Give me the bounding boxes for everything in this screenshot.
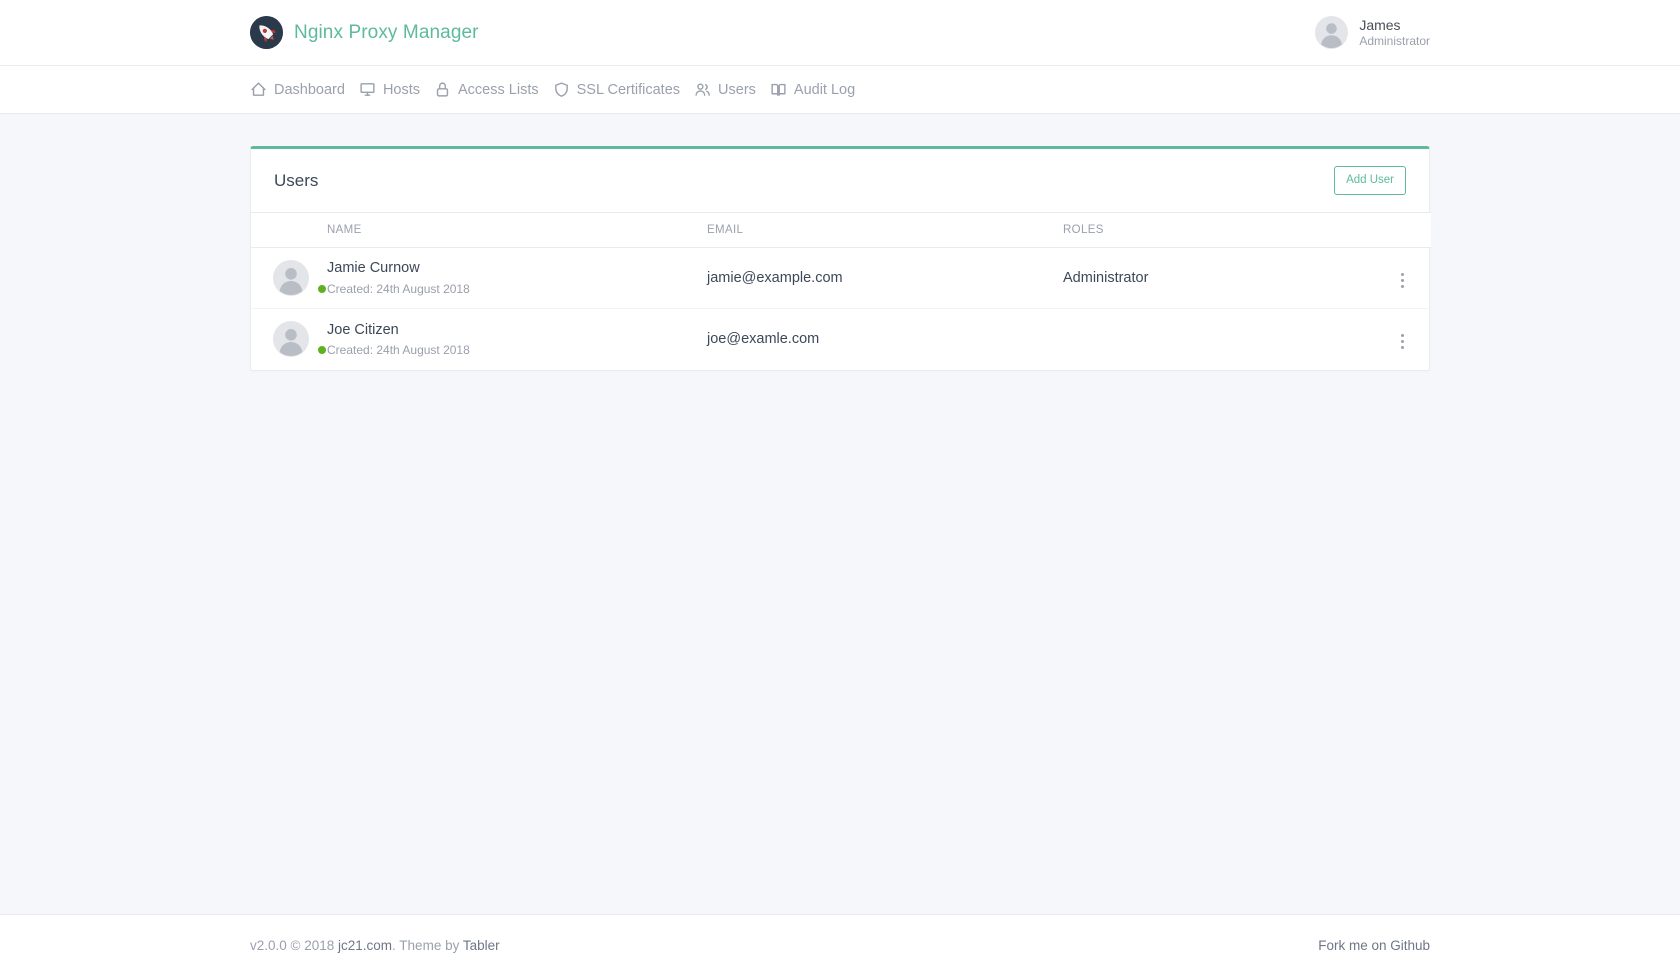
column-header-roles: ROLES <box>1063 212 1373 248</box>
brand-logo-link[interactable]: Nginx Proxy Manager <box>250 16 479 49</box>
footer-version: v2.0.0 © 2018 <box>250 938 339 953</box>
monitor-icon <box>359 81 376 98</box>
top-header-bar: Nginx Proxy Manager James Administrator <box>0 0 1680 66</box>
account-name: James <box>1359 16 1401 33</box>
nav-item-label: Dashboard <box>274 81 345 98</box>
avatar <box>1315 16 1349 49</box>
nav-item-label: SSL Certificates <box>576 81 681 98</box>
status-indicator-online <box>317 284 327 294</box>
rocket-icon <box>250 16 283 49</box>
cell-actions <box>1373 247 1431 309</box>
nav-item-dashboard[interactable]: Dashboard <box>250 66 359 113</box>
nav-item-hosts[interactable]: Hosts <box>359 66 434 113</box>
users-card: Users Add User NAME EMAIL ROLES Jamie Cu… <box>250 146 1431 371</box>
account-menu[interactable]: James Administrator <box>1315 16 1430 50</box>
footer-site-link[interactable]: jc21.com <box>338 938 392 953</box>
avatar <box>273 321 327 358</box>
card-options: Add User <box>1334 166 1406 195</box>
nav-item-label: Audit Log <box>793 81 856 98</box>
cell-email: jamie@example.com <box>707 247 1063 309</box>
table-head: NAME EMAIL ROLES <box>251 212 1431 248</box>
table-header-row: NAME EMAIL ROLES <box>251 212 1431 248</box>
cell-name: Jamie Curnow Created: 24th August 2018 <box>327 247 707 309</box>
avatar <box>273 260 327 296</box>
github-link[interactable]: Fork me on Github <box>1318 938 1430 953</box>
cell-roles: Administrator <box>1063 247 1373 309</box>
status-indicator-online <box>317 345 327 356</box>
nav-item-ssl-certificates[interactable]: SSL Certificates <box>553 66 694 113</box>
nav-item-label: Hosts <box>382 81 421 98</box>
users-icon <box>694 81 711 98</box>
main-content: Users Add User NAME EMAIL ROLES Jamie Cu… <box>0 114 1680 914</box>
page-title: Users <box>274 170 319 190</box>
nav-item-audit-log[interactable]: Audit Log <box>770 66 869 113</box>
account-role: Administrator <box>1359 33 1430 48</box>
app-root: Nginx Proxy Manager James Administrator <box>0 0 1680 976</box>
home-icon <box>250 81 267 98</box>
cell-name: Joe Citizen Created: 24th August 2018 <box>327 309 707 370</box>
kebab-menu-icon[interactable] <box>1391 267 1414 294</box>
cell-roles <box>1063 309 1373 370</box>
add-user-button[interactable]: Add User <box>1334 166 1406 195</box>
footer-theme-link[interactable]: Tabler <box>463 938 500 953</box>
nav-item-access-lists[interactable]: Access Lists <box>434 66 553 113</box>
book-icon <box>770 81 787 98</box>
nav-item-label: Access Lists <box>458 81 539 98</box>
shield-icon <box>553 81 570 98</box>
lock-icon <box>434 81 451 98</box>
cell-email: joe@examle.com <box>707 331 820 348</box>
nav-list: Dashboard Hosts Access Lists SSL Certifi… <box>250 66 869 113</box>
brand-title: Nginx Proxy Manager <box>294 21 479 43</box>
account-meta: James Administrator <box>1359 16 1430 50</box>
kebab-menu-icon[interactable] <box>1391 328 1414 355</box>
column-header-email: EMAIL <box>707 212 1063 248</box>
user-created: Created: 24th August 2018 <box>327 342 470 357</box>
user-created: Created: 24th August 2018 <box>327 281 470 296</box>
column-header-avatar <box>251 212 327 248</box>
cell-actions <box>1373 309 1431 370</box>
main-navigation: Dashboard Hosts Access Lists SSL Certifi… <box>0 66 1680 114</box>
table-row[interactable]: Joe Citizen Created: 24th August 2018 jo… <box>251 309 1431 370</box>
card-header: Users Add User <box>251 149 1429 212</box>
user-name: Jamie Curnow <box>327 260 420 277</box>
user-name: Joe Citizen <box>327 321 399 338</box>
table-body: Jamie Curnow Created: 24th August 2018 j… <box>251 247 1431 370</box>
table-row[interactable]: Jamie Curnow Created: 24th August 2018 j… <box>251 247 1431 309</box>
column-header-name: NAME <box>327 212 707 248</box>
column-header-actions <box>1373 212 1431 248</box>
cell-avatar <box>251 309 327 370</box>
footer-theme-text: . Theme by <box>392 938 463 953</box>
cell-avatar <box>251 247 327 309</box>
footer-credits: v2.0.0 © 2018 jc21.com. Theme by Tabler <box>250 938 500 953</box>
users-table: NAME EMAIL ROLES Jamie Curnow Created: 2… <box>251 212 1431 370</box>
nav-item-users[interactable]: Users <box>694 66 770 113</box>
nav-item-label: Users <box>718 81 756 98</box>
page-footer: v2.0.0 © 2018 jc21.com. Theme by Tabler … <box>0 914 1680 976</box>
